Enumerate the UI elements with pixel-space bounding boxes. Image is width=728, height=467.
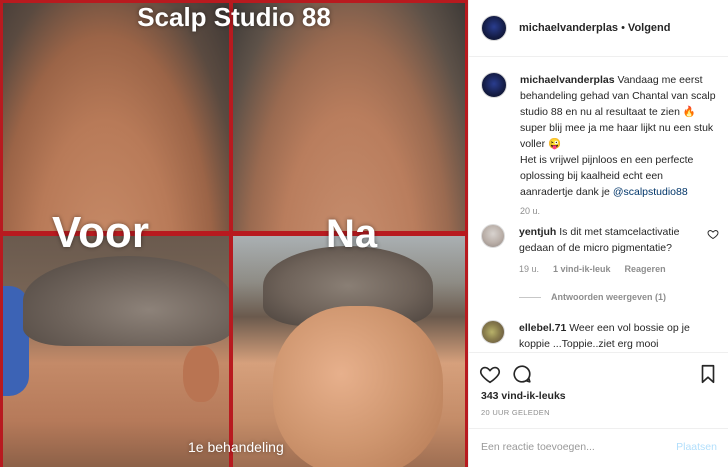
separator-dot: •: [621, 22, 625, 34]
caption-time[interactable]: 20 u.: [520, 206, 717, 216]
treatment-label: 1e behandeling: [188, 439, 284, 455]
comment-item: yentjuh Is dit met stamcelactivatie geda…: [481, 224, 719, 302]
before-top-photo: [3, 3, 229, 231]
comment-text: yentjuh Is dit met stamcelactivatie geda…: [519, 224, 717, 256]
likes-count[interactable]: 343 vind-ik-leuks: [481, 390, 566, 402]
caption-text: michaelvanderplas Vandaag me eerst behan…: [520, 72, 717, 200]
comment-text: ellebel.71 Weer een vol bossie op je kop…: [519, 320, 717, 350]
comment-item: ellebel.71 Weer een vol bossie op je kop…: [481, 320, 717, 350]
reply-button[interactable]: Reageren: [625, 264, 666, 274]
avatar[interactable]: [481, 72, 507, 98]
post-header: michaelvanderplas • Volgend: [469, 0, 728, 57]
caption: michaelvanderplas Vandaag me eerst behan…: [481, 72, 717, 216]
comment-likes[interactable]: 1 vind-ik-leuk: [553, 264, 611, 274]
before-side-photo: [3, 236, 229, 467]
heart-icon[interactable]: [707, 228, 719, 240]
view-replies-label: Antwoorden weergeven (1): [551, 292, 667, 302]
comment-input[interactable]: [481, 441, 661, 453]
after-label: Na: [326, 212, 378, 256]
bookmark-icon[interactable]: [697, 363, 719, 385]
avatar[interactable]: [481, 320, 505, 344]
action-bar: [469, 352, 728, 392]
speech-bubble-icon[interactable]: [511, 363, 533, 385]
heart-icon[interactable]: [479, 363, 501, 385]
header-username[interactable]: michaelvanderplas: [519, 22, 618, 34]
view-replies-button[interactable]: Antwoorden weergeven (1): [519, 292, 717, 302]
add-comment-bar: Plaatsen: [469, 428, 728, 467]
after-top-photo: [233, 3, 465, 231]
mention-link[interactable]: @scalpstudio88: [613, 186, 688, 198]
photo-title: Scalp Studio 88: [137, 2, 331, 32]
comment-username[interactable]: yentjuh: [519, 226, 556, 238]
replies-line: [519, 296, 541, 298]
wink-emoji: 😜: [548, 138, 562, 150]
comment-time[interactable]: 19 u.: [519, 264, 539, 274]
avatar[interactable]: [481, 15, 507, 41]
post-button[interactable]: Plaatsen: [676, 441, 717, 453]
follow-button[interactable]: Volgend: [628, 22, 671, 34]
caption-username[interactable]: michaelvanderplas: [520, 74, 615, 86]
ear-shape: [183, 346, 219, 402]
after-front-photo: [233, 236, 465, 467]
comments-list[interactable]: michaelvanderplas Vandaag me eerst behan…: [469, 58, 728, 350]
face-shape: [273, 306, 443, 467]
comment-username[interactable]: ellebel.71: [519, 322, 566, 334]
before-label: Voor: [52, 208, 149, 257]
comment-meta: 19 u. 1 vind-ik-leuk Reageren: [519, 264, 717, 274]
post-sidebar: michaelvanderplas • Volgend michaelvande…: [468, 0, 728, 467]
flame-emoji: 🔥: [682, 106, 696, 118]
post-image[interactable]: Scalp Studio 88 Voor Na 1e behandeling: [0, 0, 468, 467]
time-ago[interactable]: 20 UUR GELEDEN: [481, 408, 550, 417]
hair-shape: [23, 256, 229, 346]
avatar[interactable]: [481, 224, 505, 248]
